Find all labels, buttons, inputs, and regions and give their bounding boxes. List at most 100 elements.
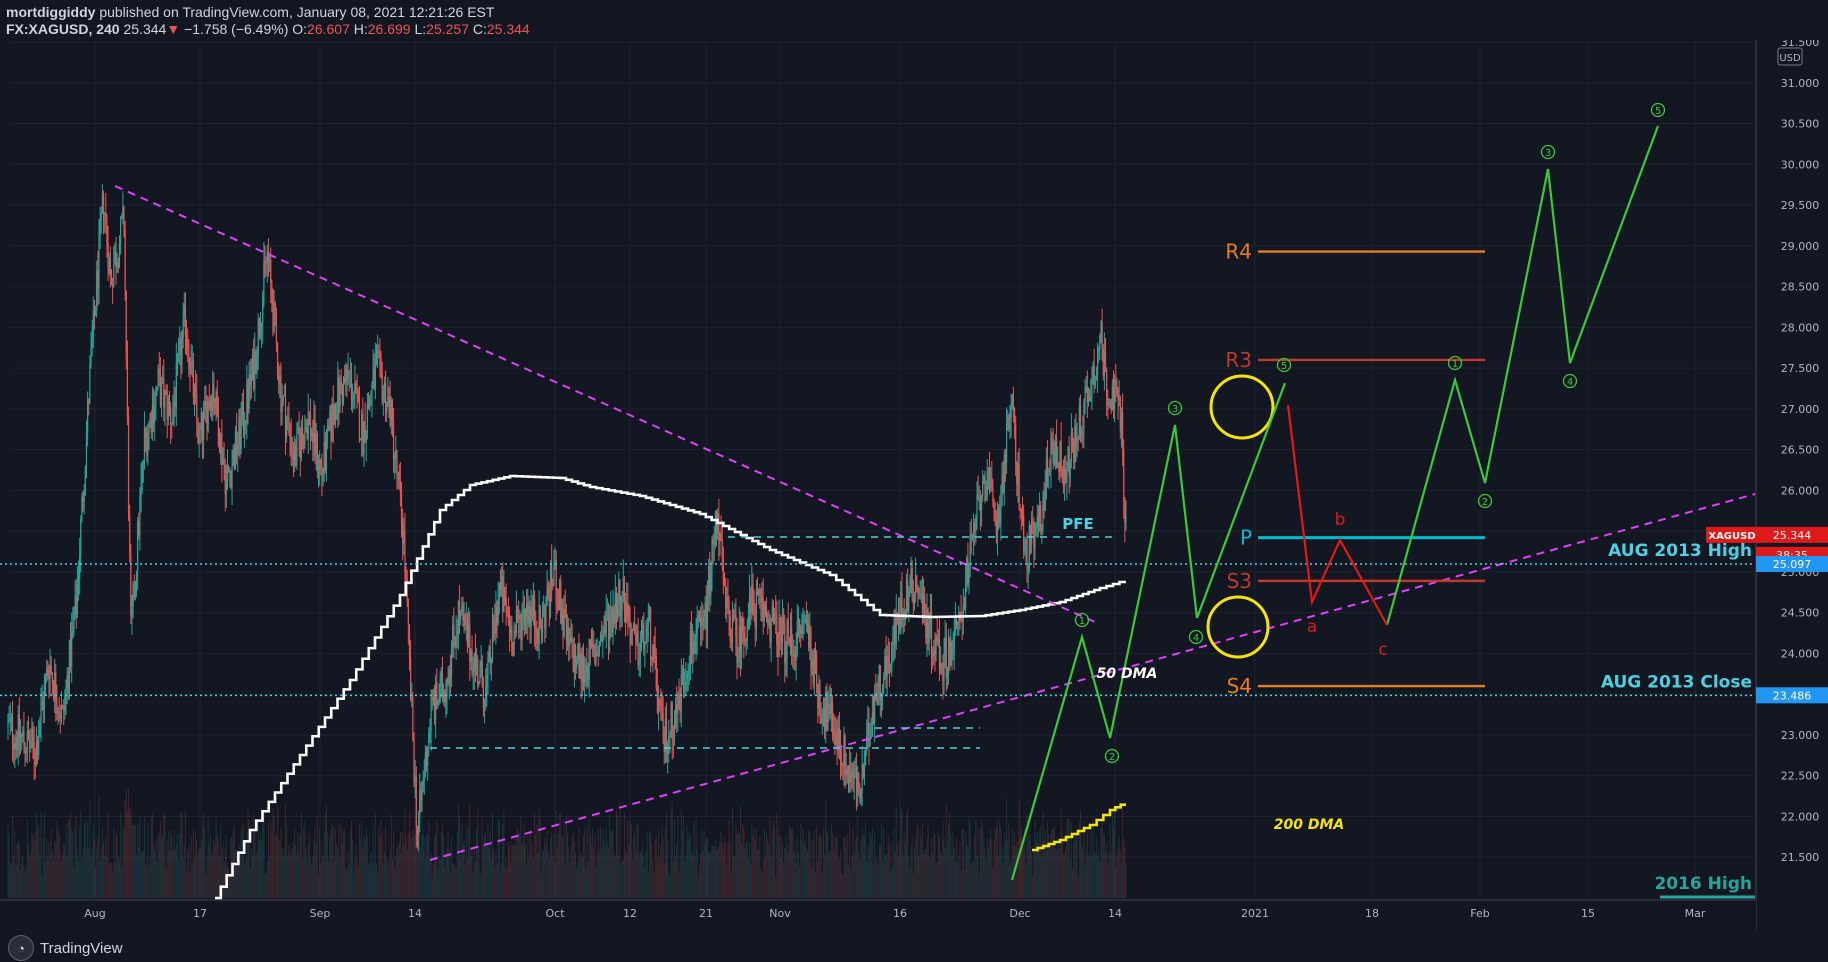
candle-body	[1095, 374, 1098, 380]
candle-body	[174, 400, 176, 408]
candle-body	[1015, 422, 1017, 463]
candle-body	[185, 335, 188, 341]
candle-body	[762, 597, 764, 620]
candle-body	[588, 639, 590, 680]
candle-body	[628, 617, 630, 621]
candle-body	[410, 657, 412, 701]
candle-body	[1085, 386, 1087, 391]
candle-body	[369, 402, 371, 410]
candle-body	[197, 419, 199, 443]
candle-body	[416, 827, 419, 835]
candle-body	[73, 619, 75, 626]
candle-body	[694, 650, 696, 653]
candle-body	[670, 703, 672, 736]
candle-body	[1046, 459, 1049, 471]
candle-body	[306, 426, 308, 440]
candle-body	[305, 426, 307, 433]
candle-body	[719, 533, 721, 542]
candle-body	[887, 656, 889, 662]
candle-body	[298, 428, 300, 438]
candle-body	[272, 304, 274, 333]
candle-body	[66, 675, 68, 687]
tradingview-logo[interactable]: ◔ TradingView	[8, 935, 123, 961]
candle-body	[378, 352, 380, 354]
candle-body	[352, 399, 354, 401]
candle-body	[824, 708, 826, 732]
candle-body	[1082, 432, 1084, 434]
candle-body	[657, 700, 660, 713]
candle-body	[725, 585, 727, 609]
candle-body	[166, 391, 168, 420]
candle-body	[983, 476, 985, 482]
candle-body	[722, 557, 724, 586]
candle-body	[61, 705, 64, 707]
candle-body	[1018, 464, 1020, 509]
candle-body	[792, 654, 794, 657]
candle-body	[938, 638, 941, 671]
candle-body	[649, 607, 652, 659]
candle-body	[661, 706, 663, 714]
candle-body	[811, 658, 813, 670]
candle-body	[935, 635, 937, 655]
y-tick-label: 27.000	[1781, 403, 1820, 416]
candle-body	[662, 713, 664, 734]
price-chart[interactable]: AUG 2013 High AUG 2013 Close 2016 High R4 R3…	[0, 40, 1828, 930]
candle-body	[1119, 396, 1121, 431]
candle-body	[495, 606, 497, 634]
candle-body	[743, 632, 745, 639]
candle-body	[142, 460, 144, 464]
candle-body	[207, 401, 209, 431]
candle-body	[195, 385, 197, 394]
candle-body	[549, 564, 552, 607]
candle-body	[563, 609, 565, 636]
candle-body	[943, 658, 945, 681]
candle-body	[150, 413, 152, 433]
candle-body	[574, 645, 577, 669]
wave-label-5: 5	[1655, 106, 1661, 117]
low-label: L:	[414, 21, 427, 37]
candle-body	[1077, 437, 1079, 439]
candle-body	[46, 668, 48, 676]
candle-body	[8, 719, 10, 721]
candle-body	[63, 706, 65, 711]
author-name[interactable]: mortdiggiddy	[6, 4, 95, 20]
candle-body	[1021, 511, 1024, 516]
candle-body	[22, 731, 24, 736]
tradingview-logo-text: TradingView	[40, 939, 123, 957]
candle-body	[652, 644, 654, 661]
candle-body	[250, 374, 252, 387]
candle-body	[1048, 470, 1050, 472]
candle-body	[553, 568, 555, 586]
candle-body	[470, 650, 472, 662]
candle-body	[123, 207, 125, 231]
candle-body	[545, 604, 547, 628]
candle-body	[171, 424, 173, 426]
candle-body	[307, 412, 309, 440]
candle-body	[365, 431, 367, 443]
candle-body	[148, 420, 150, 434]
candle-body	[787, 620, 789, 641]
candle-body	[238, 417, 240, 445]
candle-body	[25, 752, 27, 754]
candle-body	[982, 481, 984, 496]
candle-body	[1104, 350, 1107, 370]
candle-body	[448, 669, 450, 684]
candle-body	[883, 676, 885, 689]
candle-body	[137, 521, 139, 571]
candle-body	[465, 621, 467, 626]
candle-body	[721, 539, 723, 558]
candle-body	[713, 541, 715, 545]
candle-body	[182, 317, 184, 338]
candle-body	[425, 751, 428, 766]
candle-body	[508, 621, 511, 635]
symbol-name[interactable]: FX:XAGUSD, 240	[6, 21, 120, 37]
candle-body	[101, 193, 103, 214]
candle-body	[367, 403, 370, 410]
candle-body	[520, 614, 522, 640]
candle-body	[684, 686, 686, 691]
candle-body	[281, 402, 283, 413]
candle-body	[955, 619, 958, 626]
candle-body	[735, 614, 737, 636]
candle-body	[387, 396, 389, 404]
candle-body	[620, 609, 622, 616]
